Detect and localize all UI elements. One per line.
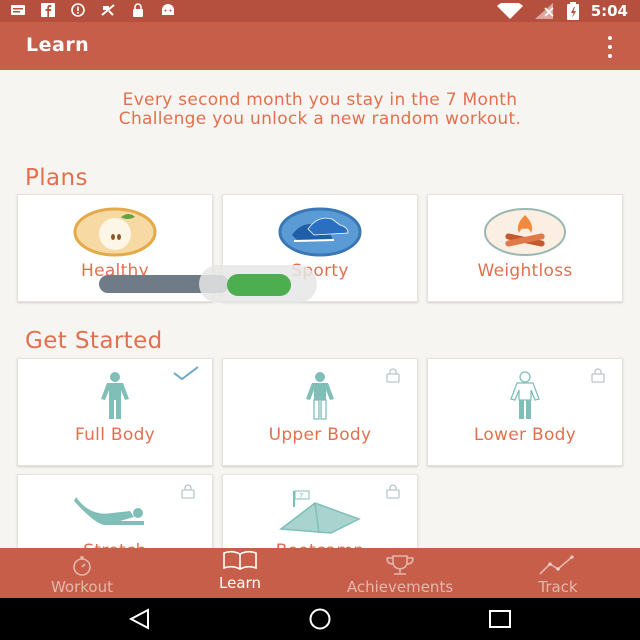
android-icon <box>162 4 174 15</box>
intro-line-2: Challenge you unlock a new random workou… <box>118 109 522 129</box>
status-bar: 5:04 <box>0 0 640 22</box>
plan-label-weightloss: Weightloss <box>477 261 573 281</box>
overflow-menu-icon[interactable] <box>606 36 614 58</box>
nav-track[interactable]: Track <box>478 548 638 598</box>
notification-icons <box>10 3 176 17</box>
system-navigation-bar <box>0 598 640 640</box>
intro-line-1: Every second month you stay in the 7 Mon… <box>122 90 518 110</box>
workout-label-full-body: Full Body <box>74 425 156 445</box>
bottom-navigation: Workout Learn Achievements Track <box>0 548 640 598</box>
page-title: Learn <box>26 34 90 56</box>
nav-workout[interactable]: Workout <box>2 548 162 598</box>
chart-icon <box>539 555 574 575</box>
lock-icon <box>591 368 605 383</box>
nav-label-track: Track <box>538 578 578 596</box>
svg-text:7: 7 <box>299 492 303 500</box>
lock-icon <box>181 484 195 499</box>
recents-icon[interactable] <box>488 608 512 630</box>
sneakers-icon <box>278 207 362 257</box>
check-icon <box>173 366 199 381</box>
workout-card-lower-body[interactable]: Lower Body <box>427 358 623 466</box>
trophy-icon <box>386 555 414 575</box>
apple-icon <box>73 207 157 257</box>
nav-label-learn: Learn <box>219 574 261 592</box>
wifi-icon <box>496 3 523 19</box>
nav-learn[interactable]: Learn <box>160 548 320 598</box>
clock: 5:04 <box>590 2 628 20</box>
plans-heading: Plans <box>25 165 88 191</box>
get-started-heading: Get Started <box>25 328 163 354</box>
full-body-figure-icon <box>101 372 129 419</box>
campfire-icon <box>484 208 566 256</box>
no-signal-icon <box>101 4 115 16</box>
nav-label-achievements: Achievements <box>346 578 454 596</box>
plan-card-weightloss[interactable]: Weightloss <box>427 194 623 302</box>
workout-card-upper-body[interactable]: Upper Body <box>222 358 418 466</box>
back-icon[interactable] <box>128 608 152 630</box>
battery-icon <box>566 2 579 20</box>
message-icon <box>11 5 25 15</box>
facebook-icon <box>41 3 55 17</box>
toggle-switch[interactable] <box>227 274 291 296</box>
upper-body-figure-icon <box>306 372 334 420</box>
lock-status-icon <box>133 3 143 17</box>
intro-text: Every second month you stay in the 7 Mon… <box>20 91 620 129</box>
stretch-figure-icon <box>74 497 144 525</box>
nav-achievements[interactable]: Achievements <box>320 548 480 598</box>
nav-label-workout: Workout <box>50 578 113 596</box>
home-icon[interactable] <box>306 608 334 630</box>
workout-label-upper-body: Upper Body <box>268 425 372 445</box>
book-icon <box>223 550 257 570</box>
system-status: 5:04 <box>496 2 628 20</box>
tent-icon: 7 <box>278 490 361 534</box>
cell-signal-icon <box>534 3 554 19</box>
lower-body-figure-icon <box>510 371 540 419</box>
lock-icon <box>386 484 400 499</box>
workout-label-lower-body: Lower Body <box>473 425 577 445</box>
info-icon <box>71 3 85 17</box>
app-bar: Learn <box>0 22 640 70</box>
workout-card-full-body[interactable]: Full Body <box>17 358 213 466</box>
stopwatch-icon <box>73 556 91 576</box>
lock-icon <box>386 368 400 383</box>
